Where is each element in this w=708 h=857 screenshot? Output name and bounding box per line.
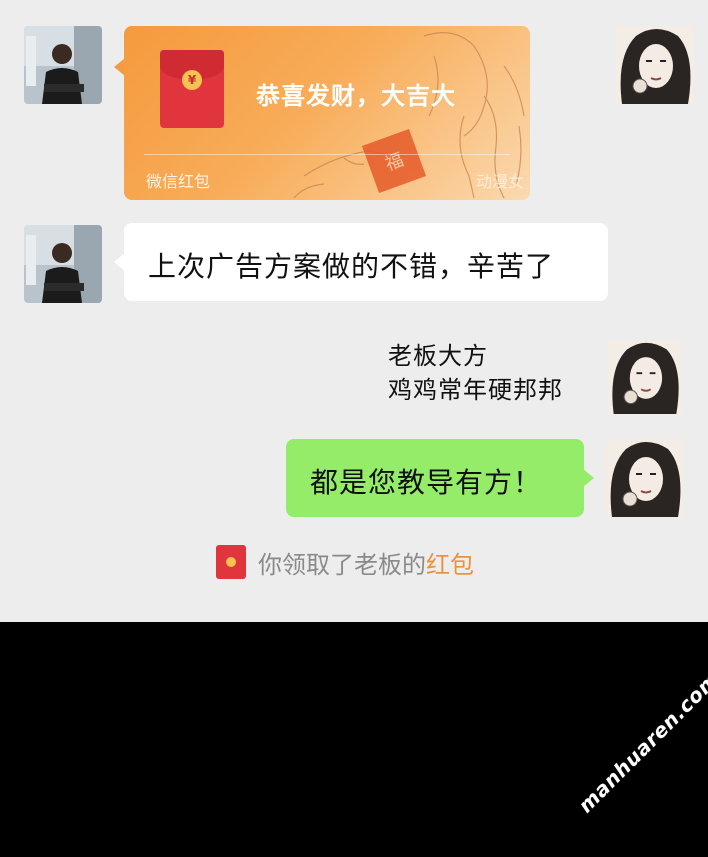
system-notice-text: 你领取了老板的红包 — [258, 545, 474, 580]
narration-line-1: 老板大方 — [388, 342, 488, 370]
narration-line-2: 鸡鸡常年硬邦邦 — [388, 376, 563, 404]
red-packet-link[interactable]: 红包 — [426, 551, 474, 579]
red-packet-message[interactable]: 福 ¥ 恭喜发财，大吉大 微信红包 动漫女 — [124, 26, 530, 200]
girl-avatar[interactable] — [606, 439, 684, 517]
coin-icon — [226, 557, 236, 567]
message-bubble[interactable]: 上次广告方案做的不错，辛苦了 — [114, 223, 608, 301]
message-text: 上次广告方案做的不错，辛苦了 — [148, 250, 555, 283]
message-text: 都是您教导有方！ — [310, 466, 543, 499]
girl-avatar[interactable] — [616, 26, 694, 104]
girl-avatar[interactable] — [606, 340, 684, 418]
red-packet-footer-right: 动漫女 — [475, 172, 524, 191]
watermark-text: manhuaren.com — [573, 666, 708, 818]
system-notice-prefix: 你领取了老板的 — [258, 551, 426, 579]
my-message-bubble[interactable]: 都是您教导有方！ — [286, 439, 594, 517]
coin-icon: ¥ — [182, 70, 202, 90]
boss-avatar[interactable] — [24, 225, 102, 303]
divider — [144, 154, 510, 155]
watermark: manhuaren.com — [531, 659, 708, 857]
red-packet-icon — [216, 545, 246, 579]
chat-window: 福 ¥ 恭喜发财，大吉大 微信红包 动漫女 上次广告方案做的不错，辛苦了 老板大… — [0, 0, 708, 622]
red-packet-title: 恭喜发财，大吉大 — [256, 82, 456, 110]
red-packet-footer: 微信红包 — [146, 172, 211, 191]
boss-avatar[interactable] — [24, 26, 102, 104]
red-packet-icon: ¥ — [160, 50, 224, 128]
